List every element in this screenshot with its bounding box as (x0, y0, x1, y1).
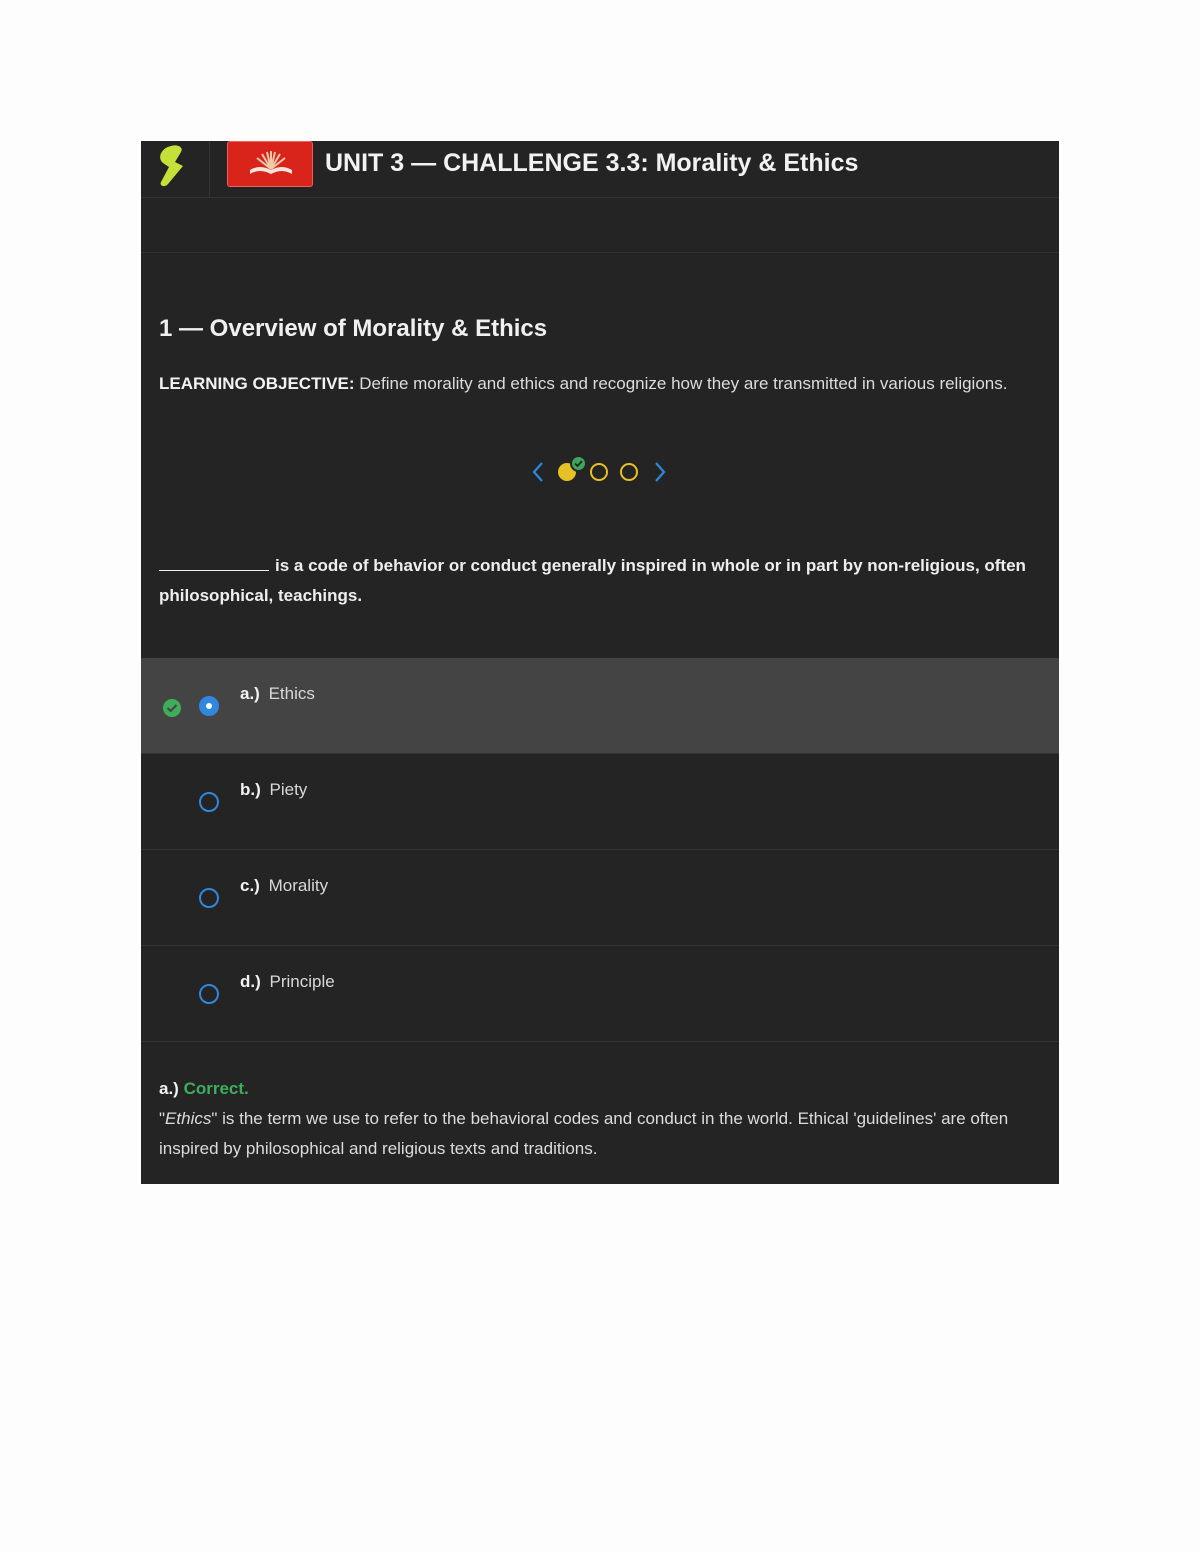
section-title: 1 — Overview of Morality & Ethics (159, 315, 548, 342)
feedback-explanation: "Ethics" is the term we use to refer to … (159, 1109, 1009, 1158)
option-a-label: a.) Ethics (240, 684, 315, 703)
check-circle-icon (163, 699, 181, 717)
answer-options: a.) Ethics b.) Piety c.) Morality d.) Pr… (141, 658, 1059, 1042)
option-d-label: d.) Principle (240, 972, 335, 991)
question-pager (531, 454, 671, 492)
option-d[interactable]: d.) Principle (141, 946, 1059, 1042)
open-book-icon (250, 151, 292, 174)
pager-dot-2[interactable] (590, 463, 608, 481)
course-badge[interactable] (227, 141, 313, 187)
chevron-right-icon[interactable] (653, 460, 667, 484)
objective-text: Define morality and ethics and recognize… (354, 374, 1008, 393)
question-body: is a code of behavior or conduct general… (159, 556, 1026, 605)
feedback-letter: a.) (159, 1079, 179, 1098)
chevron-left-icon[interactable] (531, 460, 545, 484)
challenge-screen: UNIT 3 — CHALLENGE 3.3: Morality & Ethic… (141, 141, 1059, 1184)
question-text: is a code of behavior or conduct general… (159, 551, 1044, 611)
option-a-radio[interactable] (199, 696, 219, 716)
logo-area[interactable] (141, 141, 210, 197)
option-d-radio[interactable] (199, 984, 219, 1004)
learning-objective: LEARNING OBJECTIVE: Define morality and … (159, 370, 1041, 397)
option-c[interactable]: c.) Morality (141, 850, 1059, 946)
sub-bar (141, 198, 1059, 253)
answer-feedback: a.) Correct. "Ethics" is the term we use… (159, 1074, 1049, 1164)
top-bar: UNIT 3 — CHALLENGE 3.3: Morality & Ethic… (141, 141, 1059, 198)
pager-dot-3[interactable] (620, 463, 638, 481)
option-b[interactable]: b.) Piety (141, 754, 1059, 850)
feedback-status: Correct. (183, 1079, 249, 1098)
objective-label: LEARNING OBJECTIVE: (159, 374, 355, 393)
option-c-label: c.) Morality (240, 876, 329, 895)
option-a[interactable]: a.) Ethics (141, 658, 1059, 754)
check-circle-icon (570, 455, 587, 472)
feedback-term: Ethics (165, 1109, 212, 1128)
lightning-logo-icon (160, 145, 183, 187)
option-b-radio[interactable] (199, 792, 219, 812)
answer-blank (159, 552, 269, 571)
unit-title: UNIT 3 — CHALLENGE 3.3: Morality & Ethic… (325, 149, 859, 177)
option-b-label: b.) Piety (240, 780, 308, 799)
option-c-radio[interactable] (199, 888, 219, 908)
